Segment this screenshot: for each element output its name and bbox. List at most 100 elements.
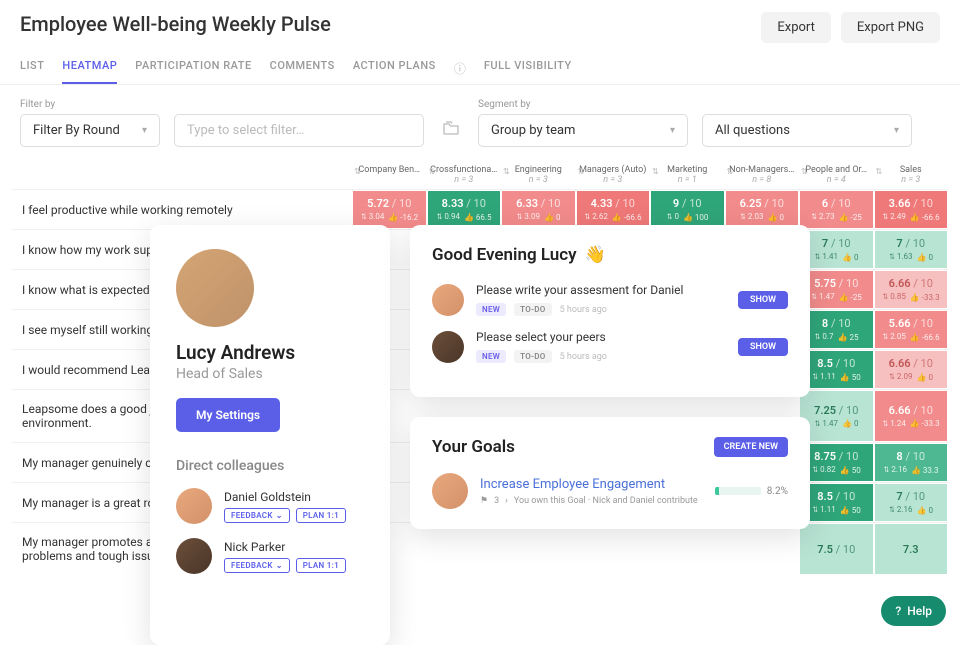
export-button[interactable]: Export	[761, 12, 831, 43]
goal-row: Increase Employee Engagement⚑3›You own t…	[432, 473, 788, 509]
plan-button[interactable]: PLAN 1:1	[296, 508, 346, 523]
column-header[interactable]: ⇅Salesn = 3	[874, 161, 949, 189]
sort-icon: ⇅	[727, 167, 734, 176]
colleague-row: Daniel Goldstein FEEDBACK ⌄ PLAN 1:1	[176, 488, 364, 524]
wave-icon: 👋	[585, 245, 606, 265]
progress-pct: 8.2%	[767, 486, 788, 497]
heatmap-cell[interactable]: 7.25 / 10⮁ 1.47👍 0	[800, 391, 873, 441]
filter-by-label: Filter by	[20, 99, 160, 110]
task-title: Please select your peers	[476, 330, 726, 344]
heatmap-cell[interactable]: 7.3	[875, 524, 948, 574]
heatmap-cell[interactable]: 8.5 / 10⮁ 1.11👍 50	[800, 484, 873, 521]
colleague-name: Daniel Goldstein	[224, 490, 364, 504]
chevron-right-icon: ›	[505, 496, 508, 506]
chevron-down-icon: ⌄	[276, 561, 283, 570]
chevron-down-icon: ▾	[894, 125, 899, 136]
column-header[interactable]: ⇅Crossfunctiona…n = 3	[427, 161, 502, 189]
sort-icon: ⇅	[503, 167, 510, 176]
show-button[interactable]: SHOW	[738, 291, 788, 309]
goals-card: Your Goals CREATE NEW Increase Employee …	[410, 417, 810, 529]
column-header[interactable]: ⇅Engineeringn = 3	[501, 161, 576, 189]
avatar	[432, 331, 464, 363]
profile-role: Head of Sales	[176, 366, 364, 382]
heatmap-cell[interactable]: 6.33 / 10⮁ 3.09👍 0	[502, 191, 575, 228]
avatar	[432, 473, 468, 509]
badge-new: NEW	[476, 350, 506, 363]
heatmap-cell[interactable]: 7 / 10⮁ 1.63👍 0	[875, 231, 948, 268]
task-row: Please select your peersNEWTO-DO5 hours …	[432, 330, 788, 363]
feedback-button[interactable]: FEEDBACK ⌄	[224, 508, 290, 523]
task-time: 5 hours ago	[560, 305, 607, 315]
heatmap-cell[interactable]: 9 / 10⮁ 0👍 100	[651, 191, 724, 228]
page-title: Employee Well-being Weekly Pulse	[20, 12, 331, 36]
create-new-button[interactable]: CREATE NEW	[714, 437, 788, 457]
info-icon: ⓘ	[454, 60, 466, 77]
tab-heatmap[interactable]: HEATMAP	[62, 53, 117, 84]
plan-button[interactable]: PLAN 1:1	[296, 558, 346, 573]
sort-icon: ⇅	[876, 167, 883, 176]
colleagues-heading: Direct colleagues	[176, 458, 364, 474]
heatmap-cell[interactable]: 5.75 / 10⮁ 1.47👍 -25	[800, 271, 873, 308]
heatmap-cell[interactable]: 3.66 / 10⮁ 2.49👍 -66.6	[875, 191, 948, 228]
heatmap-cell[interactable]: 8 / 10⮁ 0.7👍 25	[800, 311, 873, 348]
heatmap-cell[interactable]: 4.33 / 10⮁ 2.62👍 -66.6	[577, 191, 650, 228]
heatmap-cell[interactable]: 8.33 / 10⮁ 0.94👍 66.5	[428, 191, 501, 228]
heatmap-cell[interactable]: 6.66 / 10⮁ 2.09👍 0	[875, 351, 948, 388]
task-title: Please write your assesment for Daniel	[476, 283, 726, 297]
goals-heading: Your Goals	[432, 437, 515, 457]
progress-bar	[715, 487, 761, 495]
feedback-button[interactable]: FEEDBACK ⌄	[224, 558, 290, 573]
questions-select[interactable]: All questions▾	[702, 114, 912, 147]
colleague-name: Nick Parker	[224, 540, 364, 554]
question-label: I feel productive while working remotely	[12, 190, 352, 229]
goal-desc: You own this Goal · Nick and Daniel cont…	[514, 496, 698, 506]
export-png-button[interactable]: Export PNG	[841, 12, 940, 43]
heatmap-cell[interactable]: 7 / 10⮁ 2.16👍 0	[875, 484, 948, 521]
heatmap-cell[interactable]: 5.72 / 10⮁ 3.04👍 -16.2	[353, 191, 426, 228]
greeting-card: Good Evening Lucy 👋 Please write your ass…	[410, 225, 810, 397]
heatmap-cell[interactable]: 5.66 / 10⮁ 2.05👍 -66.6	[875, 311, 948, 348]
heatmap-cell[interactable]: 6.25 / 10⮁ 2.03👍 0	[726, 191, 799, 228]
tab-list[interactable]: LIST	[20, 53, 44, 84]
tab-participation-rate[interactable]: PARTICIPATION RATE	[135, 53, 251, 84]
heatmap-cell[interactable]: 7 / 10⮁ 1.41👍 0	[800, 231, 873, 268]
colleague-row: Nick Parker FEEDBACK ⌄ PLAN 1:1	[176, 538, 364, 574]
column-header[interactable]: ⇅Company Ben…	[352, 161, 427, 189]
sort-icon: ⇅	[801, 167, 808, 176]
folder-icon[interactable]	[438, 115, 464, 141]
avatar	[176, 538, 212, 574]
goal-title[interactable]: Increase Employee Engagement	[480, 477, 703, 492]
avatar	[176, 488, 212, 524]
heatmap-cell[interactable]: 6.66 / 10⮁ 1.24👍 -33.3	[875, 391, 948, 441]
column-header[interactable]: ⇅Marketingn = 1	[650, 161, 725, 189]
sort-icon: ⇅	[354, 167, 361, 176]
heatmap-cell[interactable]: 8 / 10⮁ 2.16👍 33.3	[875, 444, 948, 481]
heatmap-cell[interactable]: 7.5 / 10	[800, 524, 873, 574]
profile-panel: Lucy Andrews Head of Sales My Settings D…	[150, 225, 390, 645]
tab-bar: LIST HEATMAP PARTICIPATION RATE COMMENTS ACT…	[0, 43, 960, 85]
heatmap-cell[interactable]: 8.75 / 10⮁ 0.82👍 50	[800, 444, 873, 481]
badge-to-do: TO-DO	[514, 303, 551, 316]
segment-select[interactable]: Group by team▾	[478, 114, 688, 147]
tab-full-visibility[interactable]: FULL VISIBILITY	[484, 53, 572, 84]
column-header[interactable]: ⇅Managers (Auto)n = 3	[576, 161, 651, 189]
my-settings-button[interactable]: My Settings	[176, 398, 280, 432]
column-header[interactable]: ⇅Non-Managers…n = 8	[725, 161, 800, 189]
task-time: 5 hours ago	[560, 352, 607, 362]
heatmap-cell[interactable]: 6 / 10⮁ 2.73👍 -25	[800, 191, 873, 228]
sort-icon: ⇅	[578, 167, 585, 176]
tab-comments[interactable]: COMMENTS	[270, 53, 335, 84]
greeting-text: Good Evening Lucy	[432, 245, 577, 265]
heatmap-cell[interactable]: 6.66 / 10⮁ 0.85👍 -33.3	[875, 271, 948, 308]
show-button[interactable]: SHOW	[738, 338, 788, 356]
heatmap-cell[interactable]: 8.5 / 10⮁ 1.11👍 50	[800, 351, 873, 388]
column-header[interactable]: ⇅People and Or…n = 4	[799, 161, 874, 189]
tab-action-plans[interactable]: ACTION PLANS	[353, 53, 436, 84]
chevron-down-icon: ▾	[670, 125, 675, 136]
filter-by-select[interactable]: Filter By Round▾	[20, 114, 160, 147]
flag-icon: ⚑	[480, 496, 488, 506]
profile-name: Lucy Andrews	[176, 341, 364, 364]
sort-icon: ⇅	[652, 167, 659, 176]
help-button[interactable]: ?Help	[881, 596, 946, 626]
filter-search-input[interactable]: Type to select filter…	[174, 114, 424, 147]
